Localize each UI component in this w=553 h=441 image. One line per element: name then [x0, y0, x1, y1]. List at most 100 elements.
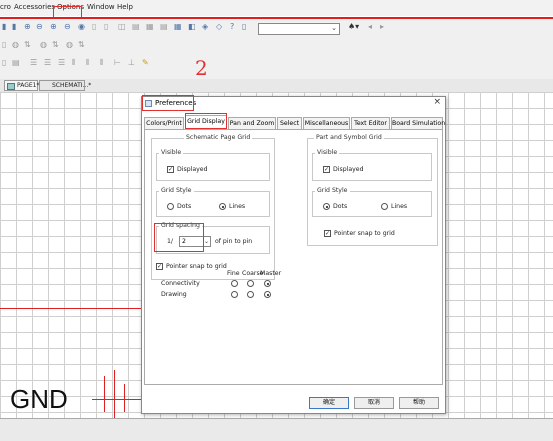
toolbar-icon-r2-6[interactable]: ◍ — [66, 40, 73, 49]
toolbar-search-combo[interactable]: ⌄ — [258, 23, 340, 35]
toolbar-icon-9[interactable]: ▦ — [174, 22, 182, 31]
part-visible-title: Visible — [315, 149, 340, 156]
toolbar-icon-5[interactable]: ◫ — [118, 22, 126, 31]
schematic-style-title: Grid Style — [159, 187, 194, 194]
part-style-title: Grid Style — [315, 187, 350, 194]
part-lines-radio[interactable] — [381, 203, 388, 210]
ok-button[interactable]: 确定 — [309, 397, 349, 409]
schematic-displayed-checkbox[interactable]: ✓ — [167, 166, 174, 173]
align-icon-2[interactable]: ☰ — [44, 58, 51, 67]
menu-item-window[interactable]: Window — [87, 3, 115, 11]
toolbar-icon-12[interactable]: ◇ — [216, 22, 222, 31]
toolbar-icon-r2-1[interactable]: ▯ — [2, 40, 6, 49]
tab-pan-and-zoom[interactable]: Pan and Zoom — [228, 117, 276, 129]
toolbar-icon-r2-4[interactable]: ◍ — [40, 40, 47, 49]
binoculars-icon[interactable]: ♠▾ — [348, 22, 359, 31]
schematic-style-group: Grid Style Dots Lines — [156, 187, 270, 217]
zoom-out-icon[interactable]: ⊖ — [36, 22, 43, 31]
snap-row-connectivity: Connectivity — [161, 280, 200, 287]
tab-schematic-label: SCHEMATI...* — [52, 82, 92, 89]
close-icon[interactable]: × — [433, 97, 441, 107]
schematic-visible-title: Visible — [159, 149, 184, 156]
find-next-icon[interactable]: ▸ — [380, 22, 384, 31]
schematic-pointer-snap-checkbox[interactable]: ✓ — [156, 263, 163, 270]
schematic-dots-radio[interactable] — [167, 203, 174, 210]
part-pointer-snap-checkbox[interactable]: ✓ — [324, 230, 331, 237]
toolbar-icon-r2-7[interactable]: ⇅ — [78, 40, 85, 49]
snap-col-master: Master — [260, 270, 282, 277]
toolbar-icon-7[interactable]: ▦ — [146, 22, 154, 31]
connectivity-fine-radio[interactable] — [231, 280, 238, 287]
align-icon-4[interactable]: ⫴ — [72, 58, 75, 68]
schematic-lines-radio[interactable] — [219, 203, 226, 210]
help-icon[interactable]: ? — [230, 22, 234, 31]
align-icon-7[interactable]: ⊢ — [114, 58, 121, 67]
part-displayed-checkbox[interactable]: ✓ — [323, 166, 330, 173]
part-pointer-snap-label: Pointer snap to grid — [334, 230, 395, 237]
document-tabs: PAGE1* SCHEMATI...* — [0, 79, 553, 93]
annotation-2: 2 — [195, 56, 208, 80]
toolbar-icon-8[interactable]: ▤ — [160, 22, 168, 31]
toolbar-icon-2[interactable]: ▮ — [12, 22, 16, 31]
align-icon-1[interactable]: ☰ — [30, 58, 37, 67]
menu-item-macro[interactable]: cro — [0, 3, 11, 11]
zoom-in-icon[interactable]: ⊕ — [24, 22, 31, 31]
part-dots-radio[interactable] — [323, 203, 330, 210]
wire-line-5 — [124, 384, 125, 412]
toolbar-icon-13[interactable]: ▯ — [242, 22, 246, 31]
menu-item-accessories[interactable]: Accessories — [14, 3, 55, 11]
zoom-area-icon[interactable]: ⊕ — [50, 22, 57, 31]
pencil-icon[interactable]: ✎ — [142, 58, 149, 67]
toolbar-icon-10[interactable]: ◧ — [188, 22, 196, 31]
toolbar-icon-3[interactable]: ▯ — [92, 22, 96, 31]
drawing-fine-radio[interactable] — [231, 291, 238, 298]
align-icon-6[interactable]: ⫴ — [100, 58, 103, 68]
tab-text-editor[interactable]: Text Editor — [351, 117, 390, 129]
toolbar-icon-11[interactable]: ◈ — [202, 22, 208, 31]
connectivity-coarse-radio[interactable] — [247, 280, 254, 287]
drawing-master-radio[interactable] — [264, 291, 271, 298]
wire-line-4 — [114, 370, 115, 418]
cancel-button[interactable]: 取消 — [354, 397, 394, 409]
grid-tab-highlight-box — [185, 113, 227, 129]
grid-spacing-highlight-box — [154, 223, 204, 252]
tab-board-simulation[interactable]: Board Simulation — [391, 117, 445, 129]
toolbar-icon-r3-1[interactable]: ▯ — [2, 58, 6, 67]
help-button[interactable]: 帮助 — [399, 397, 439, 409]
toolbar-icon-1[interactable]: ▮ — [2, 22, 6, 31]
tab-page1[interactable]: PAGE1* — [4, 80, 40, 91]
wire-line-3 — [104, 376, 105, 412]
tab-select[interactable]: Select — [277, 117, 302, 129]
snap-col-fine: Fine — [227, 270, 240, 277]
toolbar-icon-r2-2[interactable]: ◍ — [12, 40, 19, 49]
tab-colors-print[interactable]: Colors/Print — [144, 117, 184, 129]
toolbar-icon-4[interactable]: ▯ — [104, 22, 108, 31]
tab-schematic[interactable]: SCHEMATI...* — [39, 80, 91, 91]
part-lines-label: Lines — [391, 203, 408, 210]
visibility-icon[interactable]: ◉ — [78, 22, 85, 31]
schematic-dots-label: Dots — [177, 203, 192, 210]
toolbar-icon-6[interactable]: ▤ — [132, 22, 140, 31]
zoom-all-icon[interactable]: ⊖ — [64, 22, 71, 31]
bottom-ruler — [0, 418, 553, 441]
part-visible-group: Visible ✓ Displayed — [312, 149, 432, 181]
toolbar-icon-r3-2[interactable]: ▤ — [12, 58, 20, 67]
drawing-coarse-radio[interactable] — [247, 291, 254, 298]
part-displayed-label: Displayed — [333, 166, 364, 173]
connectivity-master-radio[interactable] — [264, 280, 271, 287]
gnd-label: GND — [10, 384, 68, 414]
align-icon-3[interactable]: ☰ — [58, 58, 65, 67]
tab-page1-label: PAGE1* — [17, 82, 40, 89]
chevron-down-icon: ⌄ — [331, 24, 337, 32]
align-icon-5[interactable]: ⫴ — [86, 58, 89, 68]
toolbar-icon-r2-5[interactable]: ⇅ — [52, 40, 59, 49]
align-icon-8[interactable]: ⊥ — [128, 58, 135, 67]
toolbar-icon-r2-3[interactable]: ⇅ — [24, 40, 31, 49]
tab-miscellaneous[interactable]: Miscellaneous — [303, 117, 350, 129]
find-prev-icon[interactable]: ◂ — [368, 22, 372, 31]
menu-item-help[interactable]: Help — [117, 3, 133, 11]
part-dots-label: Dots — [333, 203, 348, 210]
page-icon — [7, 83, 15, 90]
wire-line-1 — [0, 308, 141, 309]
part-grid-group: Part and Symbol Grid Visible ✓ Displayed… — [307, 134, 438, 246]
